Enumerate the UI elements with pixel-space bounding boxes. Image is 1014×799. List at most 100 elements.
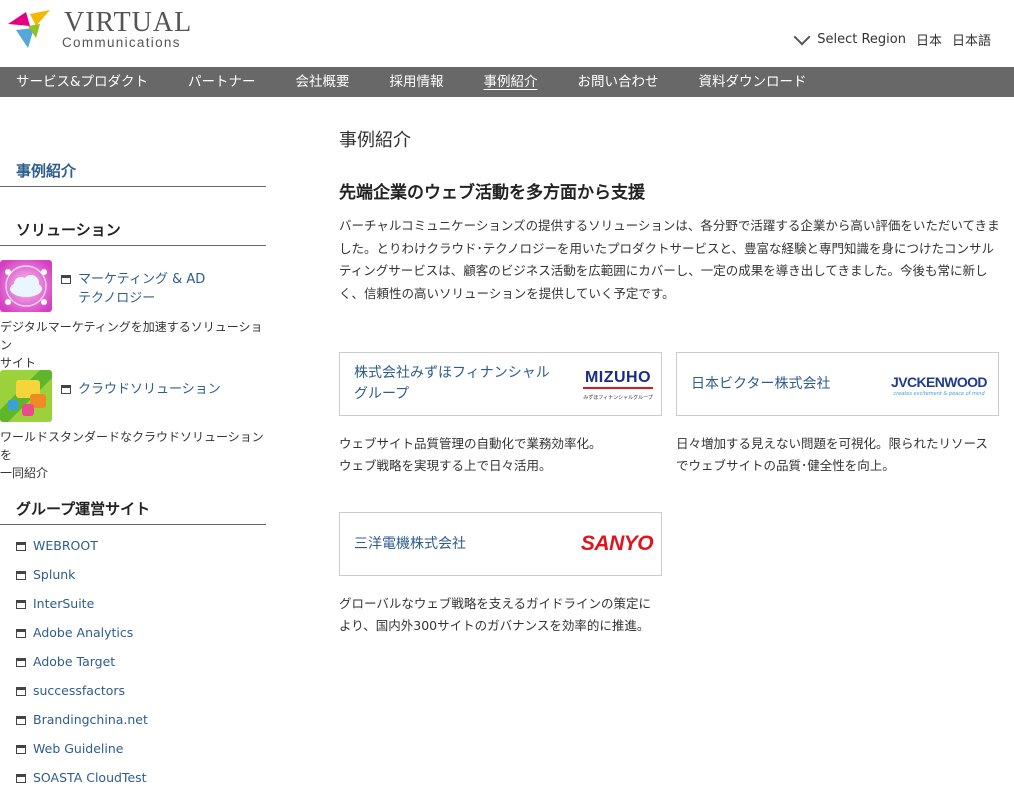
- case-desc-mizuho: ウェブサイト品質管理の自動化で業務効率化。 ウェブ戦略を実現する上で日々活用。: [339, 433, 602, 477]
- group-site-label: Brandingchina.net: [33, 712, 148, 727]
- group-site-label: Adobe Analytics: [33, 625, 134, 640]
- window-icon: [16, 542, 26, 551]
- select-region-link[interactable]: Select Region: [817, 32, 906, 47]
- window-icon: [16, 600, 26, 609]
- group-site-label: InterSuite: [33, 596, 95, 611]
- brand-name: VIRTUAL: [64, 7, 193, 38]
- window-icon: [61, 275, 71, 284]
- case-name-line: グループ: [354, 386, 410, 402]
- window-icon: [16, 687, 26, 696]
- group-site-link[interactable]: Brandingchina.net: [16, 712, 148, 741]
- nav-label: 事例紹介: [483, 74, 538, 90]
- marketing-solution-thumbnail[interactable]: [0, 260, 52, 312]
- sidebar-group-heading: グループ運営サイト: [0, 498, 266, 525]
- case-company-name: 日本ビクター株式会社: [691, 376, 831, 392]
- group-site-list: WEBROOT Splunk InterSuite Adobe Analytic…: [16, 538, 148, 799]
- nav-label: 採用情報: [389, 74, 444, 90]
- window-icon: [16, 774, 26, 783]
- group-site-label: Adobe Target: [33, 654, 116, 669]
- marketing-solution-desc: デジタルマーケティングを加速するソリューション サイト: [0, 318, 270, 372]
- solution-title: マーケティング & AD: [78, 272, 206, 287]
- brand-mark-icon: [8, 10, 50, 48]
- case-desc-line: ウェブ戦略を実現する上で日々活用。: [339, 458, 552, 473]
- group-site-link[interactable]: Web Guideline: [16, 741, 148, 770]
- solution-desc-line: サイト: [0, 356, 37, 370]
- group-site-link[interactable]: InterSuite: [16, 596, 148, 625]
- case-name-line: 株式会社みずほフィナンシャル: [354, 365, 550, 381]
- cloud-solution-desc: ワールドスタンダードなクラウドソリューションを 一同紹介: [0, 428, 270, 482]
- cloud-solution-thumbnail[interactable]: [0, 370, 52, 422]
- window-icon: [16, 745, 26, 754]
- region-selector: Select Region 日本 日本語: [793, 28, 991, 49]
- brand-subname: Communications: [62, 35, 181, 50]
- cloud-puzzle-icon: [0, 370, 52, 422]
- language-japanese-link[interactable]: 日本語: [952, 30, 991, 49]
- nav-label: パートナー: [188, 74, 256, 90]
- nav-item-partner[interactable]: パートナー: [172, 67, 256, 97]
- group-site-link[interactable]: SOASTA CloudTest: [16, 770, 148, 799]
- case-card-jvc[interactable]: 日本ビクター株式会社 JVCKENWOOD creates excitement…: [676, 352, 999, 416]
- nav-label: サービス&プロダクト: [16, 74, 149, 90]
- group-site-link[interactable]: WEBROOT: [16, 538, 148, 567]
- solution-desc-line: 一同紹介: [0, 466, 49, 480]
- group-site-label: Web Guideline: [33, 741, 124, 756]
- page-title: 事例紹介: [339, 130, 411, 151]
- window-icon: [16, 716, 26, 725]
- group-site-link[interactable]: Adobe Analytics: [16, 625, 148, 654]
- cloud-solution-link[interactable]: クラウドソリューション: [61, 380, 221, 399]
- case-card-sanyo[interactable]: 三洋電機株式会社 SANYO: [339, 512, 662, 576]
- window-icon: [16, 571, 26, 580]
- case-desc-sanyo: グローバルなウェブ戦略を支えるガイドラインの策定に より、国内外300サイトのガ…: [339, 593, 651, 637]
- mizuho-logo-sub: みずほフィナンシャルグループ: [583, 395, 653, 401]
- nav-item-recruit[interactable]: 採用情報: [374, 67, 444, 97]
- nav-item-contact[interactable]: お問い合わせ: [562, 67, 659, 97]
- window-icon: [61, 385, 71, 394]
- sanyo-logo: SANYO: [580, 532, 654, 555]
- case-desc-line: ウェブサイト品質管理の自動化で業務効率化。: [339, 436, 602, 451]
- group-site-link[interactable]: Splunk: [16, 567, 148, 596]
- window-icon: [16, 658, 26, 667]
- solution-desc-line: デジタルマーケティングを加速するソリューション: [0, 320, 263, 352]
- case-desc-line: 日々増加する見えない問題を可視化。限られたリソース: [676, 436, 988, 451]
- mizuho-logo-text: MIZUHO: [583, 368, 653, 389]
- brand-logo[interactable]: VIRTUAL Communications: [6, 8, 196, 56]
- marketing-ad-tech-link[interactable]: マーケティング & AD テクノロジー: [61, 270, 205, 308]
- jvckenwood-logo: JVCKENWOOD creates excitement & peace of…: [886, 374, 992, 397]
- lead-title: 先端企業のウェブ活動を多方面から支援: [339, 183, 645, 203]
- group-site-label: successfactors: [33, 683, 126, 698]
- case-company-name: 株式会社みずほフィナンシャル グループ: [354, 363, 550, 405]
- mizuho-logo: MIZUHO みずほフィナンシャルグループ: [583, 368, 653, 401]
- case-company-name: 三洋電機株式会社: [354, 536, 466, 552]
- solution-desc-line: ワールドスタンダードなクラウドソリューションを: [0, 430, 264, 462]
- case-card-mizuho[interactable]: 株式会社みずほフィナンシャル グループ MIZUHO みずほフィナンシャルグルー…: [339, 352, 662, 416]
- jvc-logo-sub: creates excitement & peace of mind: [893, 391, 985, 397]
- jvc-logo-text: JVCKENWOOD: [891, 374, 988, 390]
- cloud-network-icon: [0, 260, 52, 312]
- nav-label: 資料ダウンロード: [698, 74, 807, 90]
- group-site-link[interactable]: successfactors: [16, 683, 148, 712]
- region-japan-link[interactable]: 日本: [916, 30, 942, 49]
- case-desc-line: でウェブサイトの品質･健全性を向上。: [676, 458, 895, 473]
- group-site-label: Splunk: [33, 567, 76, 582]
- case-desc-jvc: 日々増加する見えない問題を可視化。限られたリソース でウェブサイトの品質･健全性…: [676, 433, 988, 477]
- solution-title: クラウドソリューション: [78, 382, 221, 397]
- nav-label: お問い合わせ: [577, 74, 659, 90]
- sidebar-solutions-heading: ソリューション: [0, 219, 266, 246]
- group-site-label: SOASTA CloudTest: [33, 770, 147, 785]
- group-site-link[interactable]: Adobe Target: [16, 654, 148, 683]
- case-desc-line: より、国内外300サイトのガバナンスを効率的に推進。: [339, 618, 650, 633]
- nav-item-services[interactable]: サービス&プロダクト: [0, 67, 148, 97]
- case-desc-line: グローバルなウェブ戦略を支えるガイドラインの策定に: [339, 596, 652, 611]
- window-icon: [16, 629, 26, 638]
- nav-item-cases[interactable]: 事例紹介: [468, 67, 538, 97]
- group-site-label: WEBROOT: [33, 538, 98, 553]
- lead-text: バーチャルコミュニケーションズの提供するソリューションは、各分野で活躍する企業か…: [339, 218, 1000, 301]
- chevron-down-icon[interactable]: [793, 28, 811, 46]
- global-nav: サービス&プロダクト パートナー 会社概要 採用情報 事例紹介 お問い合わせ 資…: [0, 67, 1014, 97]
- sidebar-cases-heading[interactable]: 事例紹介: [0, 160, 266, 187]
- site-header: VIRTUAL Communications Select Region 日本 …: [0, 0, 1014, 68]
- nav-item-download[interactable]: 資料ダウンロード: [683, 67, 807, 97]
- nav-label: 会社概要: [295, 74, 350, 90]
- nav-item-company[interactable]: 会社概要: [280, 67, 350, 97]
- solution-title-line2: テクノロジー: [78, 291, 156, 306]
